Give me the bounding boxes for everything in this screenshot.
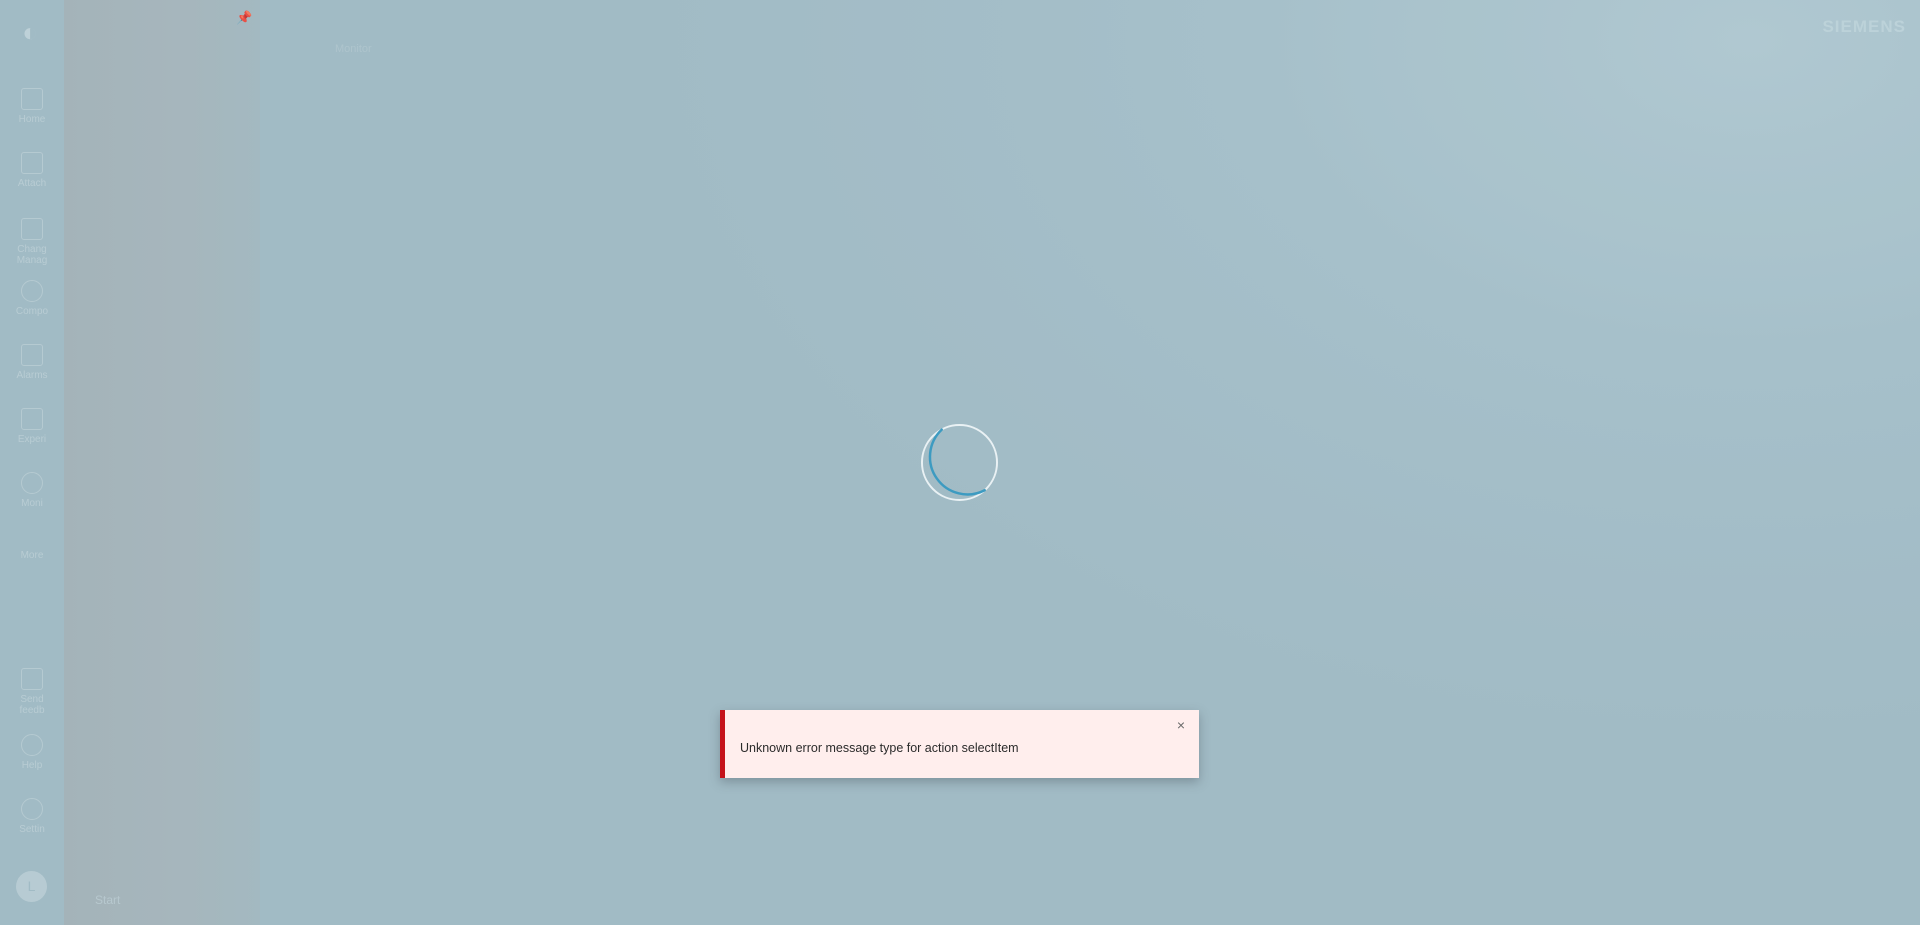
spinner-arc — [928, 428, 986, 496]
close-icon[interactable]: × — [1173, 717, 1189, 733]
error-toast: Unknown error message type for action se… — [720, 710, 1199, 778]
loading-spinner-icon — [920, 423, 999, 502]
error-toast-message: Unknown error message type for action se… — [740, 741, 1019, 755]
spinner-track — [920, 423, 999, 502]
